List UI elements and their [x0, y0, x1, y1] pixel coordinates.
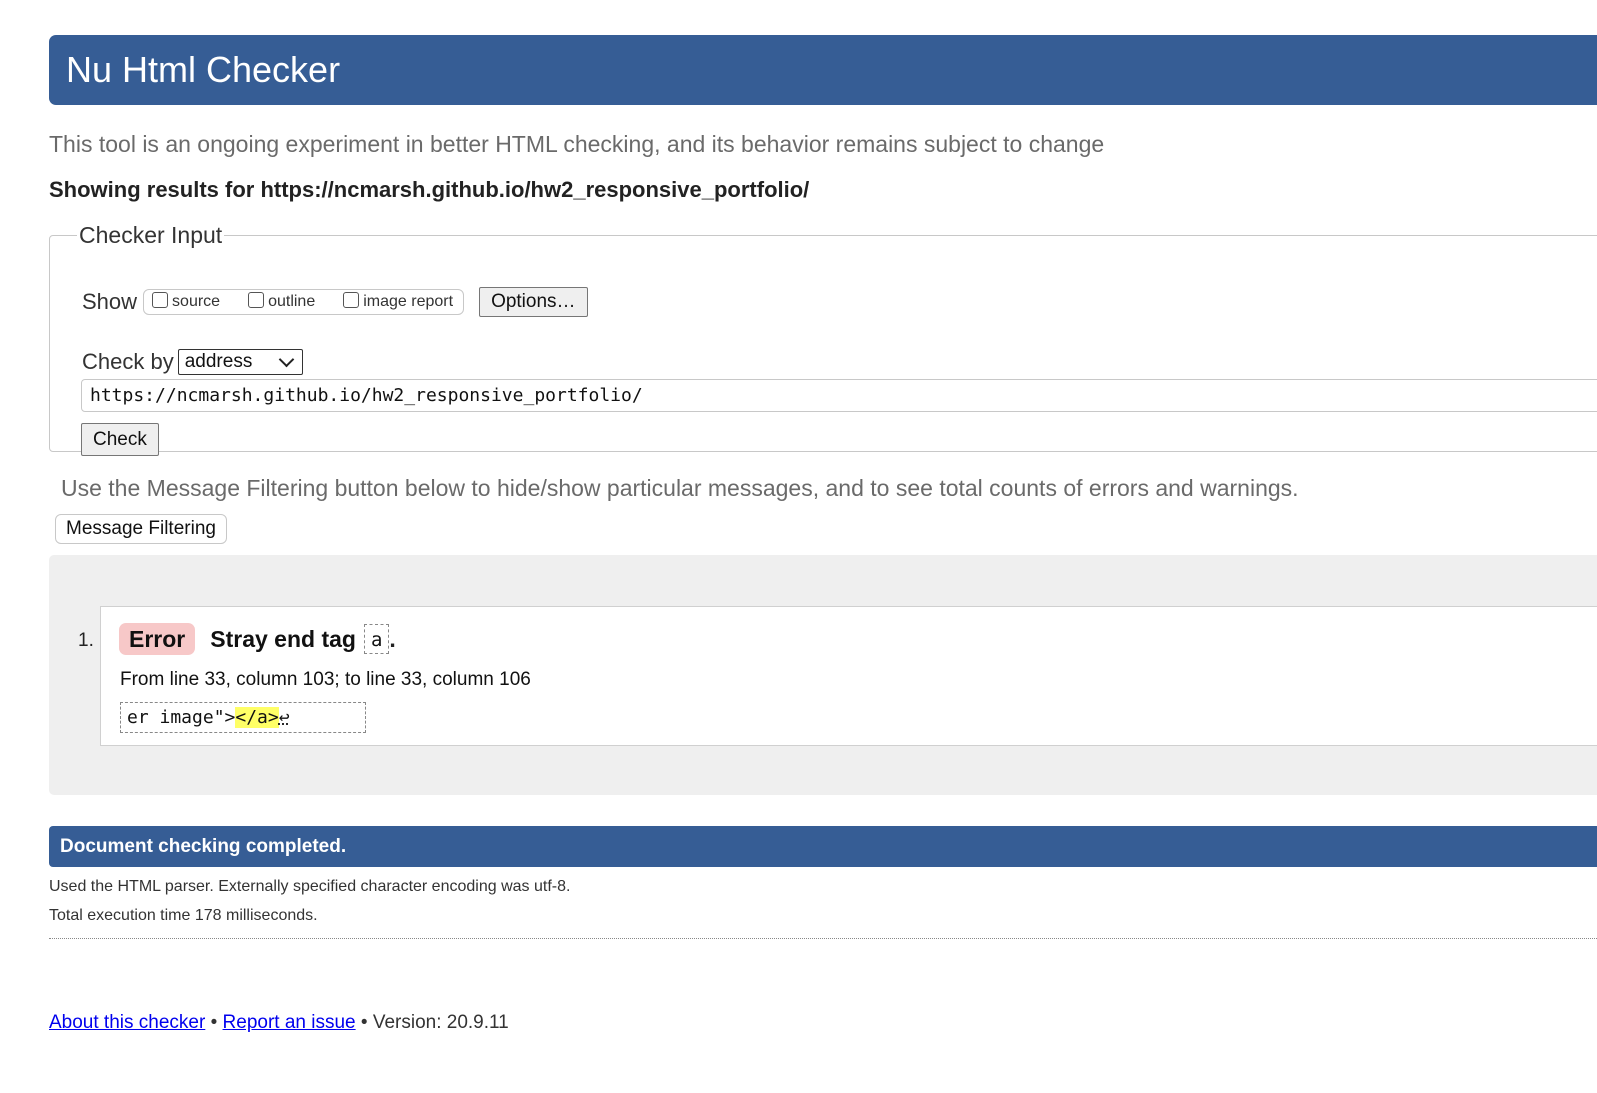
show-label: Show [82, 289, 138, 314]
message-title: Stray end tag [210, 625, 356, 652]
show-options-group: source outline image report [143, 289, 465, 315]
parser-info: Used the HTML parser. Externally specifi… [49, 878, 571, 895]
source-extract: er image"></a>↩ [120, 702, 366, 733]
check-by-selected-value: address [184, 351, 253, 372]
report-issue-link[interactable]: Report an issue [223, 1012, 356, 1033]
show-source-option[interactable]: source [152, 292, 221, 311]
showing-results-heading: Showing results for https://ncmarsh.gith… [49, 177, 810, 202]
footer-separator-1: • [210, 1012, 218, 1033]
message-header: Error Stray end tag a . [119, 623, 396, 655]
image-report-checkbox[interactable] [343, 292, 360, 308]
message-location: From line 33, column 103; to line 33, co… [120, 669, 531, 690]
footer-separator-2: • [360, 1012, 368, 1033]
error-message: Error Stray end tag a . From line 33, co… [100, 606, 1597, 746]
check-button[interactable]: Check [81, 423, 159, 456]
extract-before: er image"> [127, 707, 236, 728]
execution-time: Total execution time 178 milliseconds. [49, 907, 318, 924]
page-title: Nu Html Checker [66, 49, 341, 90]
intro-text: This tool is an ongoing experiment in be… [49, 131, 1105, 157]
message-filtering-hint: Use the Message Filtering button below t… [61, 475, 1299, 501]
divider [49, 938, 1597, 939]
return-icon: ↩ [278, 707, 290, 728]
show-image-report-option[interactable]: image report [343, 292, 454, 311]
results-panel: 1. Error Stray end tag a . From line 33,… [49, 555, 1597, 795]
extract-highlight: </a> [235, 707, 279, 728]
show-outline-option[interactable]: outline [248, 292, 316, 311]
image-report-checkbox-label: image report [363, 293, 454, 310]
show-row: Show source outline image report Options… [82, 287, 588, 317]
chevron-down-icon [278, 351, 294, 367]
message-number: 1. [78, 630, 94, 651]
outline-checkbox-label: outline [268, 293, 316, 310]
outline-checkbox[interactable] [248, 292, 265, 308]
source-checkbox[interactable] [152, 292, 169, 308]
version-text: Version: 20.9.11 [372, 1012, 509, 1033]
completion-banner: Document checking completed. [49, 826, 1597, 867]
checker-input-fieldset: Checker Input Show source outline image … [49, 222, 1597, 456]
header-bar: Nu Html Checker [49, 35, 1597, 105]
message-period: . [389, 625, 396, 652]
footer: About this checker • Report an issue • V… [49, 1012, 509, 1034]
url-input[interactable]: https://ncmarsh.github.io/hw2_responsive… [81, 379, 1597, 412]
message-filtering-button[interactable]: Message Filtering [55, 514, 227, 544]
check-by-row: Check by address [82, 349, 303, 375]
about-checker-link[interactable]: About this checker [49, 1012, 205, 1033]
page: Nu Html Checker This tool is an ongoing … [0, 0, 1597, 1093]
source-checkbox-label: source [172, 293, 221, 310]
error-badge: Error [119, 623, 196, 655]
check-by-select[interactable]: address [177, 349, 303, 375]
message-code: a [363, 624, 390, 654]
checker-input-legend: Checker Input [79, 222, 223, 248]
check-by-label: Check by [82, 349, 174, 374]
options-button[interactable]: Options… [479, 287, 588, 317]
